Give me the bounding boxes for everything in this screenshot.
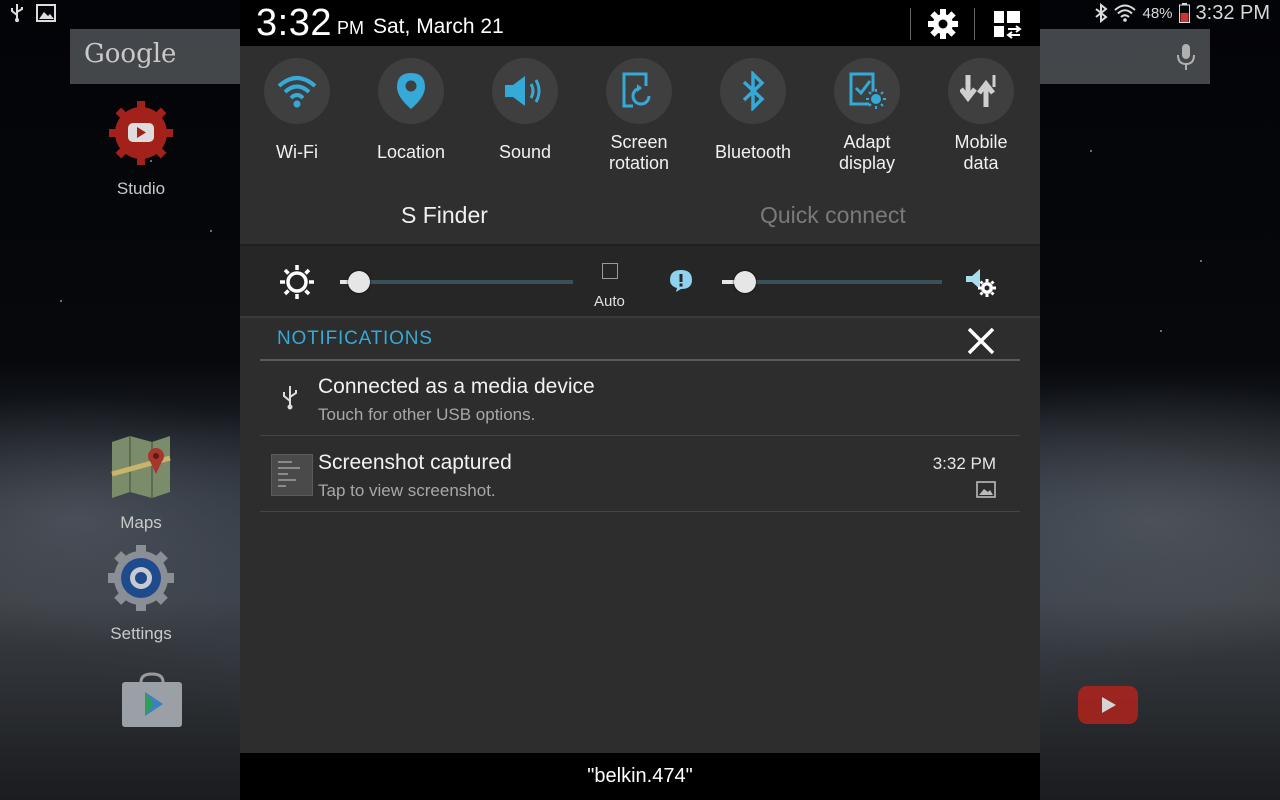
usb-icon (11, 4, 23, 22)
notifications-header: NOTIFICATIONS (277, 328, 433, 349)
notification-title: Connected as a media device (318, 375, 595, 398)
screenshot-thumbnail (271, 454, 313, 496)
youtube-studio-icon (109, 101, 173, 165)
app-studio[interactable]: Studio (91, 100, 191, 199)
shade-header: 3:32 PM Sat, March 21 (240, 0, 1040, 46)
app-label: Maps (120, 513, 162, 532)
youtube-icon[interactable] (1078, 686, 1138, 724)
notification-time: 3:32 PM (932, 454, 996, 473)
toggle-sound[interactable]: Sound (468, 58, 582, 163)
divider (910, 8, 911, 40)
toggle-label: Wi-Fi (276, 142, 318, 162)
divider (240, 316, 1040, 318)
toggle-label: Sound (498, 142, 552, 162)
divider (974, 8, 975, 40)
notification-title: Screenshot captured (318, 451, 512, 474)
mic-icon[interactable] (1176, 43, 1196, 71)
brightness-icon (280, 265, 314, 299)
quick-settings-grid-icon[interactable] (990, 7, 1024, 41)
wifi-icon (1114, 4, 1137, 22)
notification-subtitle: Touch for other USB options. (318, 405, 536, 424)
bluetooth-icon (742, 71, 765, 111)
battery-icon (1178, 3, 1190, 23)
finder-row: S Finder Quick connect (240, 186, 1040, 244)
sound-icon (505, 76, 541, 106)
toggle-mobile-data[interactable]: Mobile data (924, 58, 1038, 174)
shade-ampm: PM (337, 18, 364, 38)
image-icon (36, 4, 56, 22)
quick-connect-button[interactable]: Quick connect (760, 202, 906, 229)
auto-brightness-checkbox[interactable] (602, 263, 618, 279)
play-store-icon (122, 672, 182, 727)
image-icon (976, 481, 996, 498)
battery-percent: 48% (1142, 4, 1173, 22)
auto-brightness-label: Auto (594, 293, 625, 310)
brightness-slider-track[interactable] (340, 280, 573, 284)
volume-settings-icon[interactable] (965, 266, 999, 300)
notification-usb[interactable]: Connected as a media device Touch for ot… (260, 361, 1020, 436)
bluetooth-icon (1095, 3, 1109, 23)
location-icon (397, 73, 425, 109)
shade-date: Sat, March 21 (373, 15, 504, 38)
wifi-icon (277, 76, 317, 108)
rotation-icon (622, 72, 655, 108)
mobile-data-icon (960, 75, 996, 107)
notification-screenshot[interactable]: Screenshot captured Tap to view screensh… (260, 437, 1020, 512)
volume-slider-handle[interactable] (734, 271, 756, 293)
toggle-label: Adapt display (838, 132, 896, 173)
s-finder-button[interactable]: S Finder (401, 202, 488, 229)
toggle-screen-rotation[interactable]: Screen rotation (582, 58, 696, 174)
app-maps[interactable]: Maps (91, 434, 191, 533)
toggle-label: Location (376, 142, 446, 162)
usb-icon (283, 386, 297, 410)
settings-icon[interactable] (926, 7, 960, 41)
app-play-store[interactable] (121, 672, 221, 733)
toggle-bluetooth[interactable]: Bluetooth (696, 58, 810, 163)
toggle-adapt-display[interactable]: Adapt display (810, 58, 924, 174)
app-label: Studio (116, 179, 166, 198)
toggle-wifi[interactable]: Wi-Fi (240, 58, 354, 163)
notification-subtitle: Tap to view screenshot. (318, 481, 496, 500)
toggle-label: Mobile data (954, 132, 1008, 173)
google-logo: Google (84, 39, 177, 69)
toggle-label: Screen rotation (608, 132, 670, 173)
maps-icon (111, 436, 171, 498)
toggle-location[interactable]: Location (354, 58, 468, 163)
notification-volume-icon (670, 270, 692, 292)
clear-notifications-icon[interactable] (966, 326, 996, 356)
toggle-label: Bluetooth (714, 142, 792, 162)
app-label: Settings (110, 624, 172, 643)
adapt-display-icon (849, 72, 886, 109)
connected-network: "belkin.474" (240, 753, 1040, 800)
app-settings[interactable]: Settings (91, 545, 191, 644)
status-time: 3:32 PM (1195, 1, 1270, 24)
quick-toggles: Wi-Fi Location Sound Screen rotation Blu… (240, 46, 1040, 186)
settings-gear-icon (108, 545, 174, 611)
notification-shade: 3:32 PM Sat, March 21 Wi-Fi Location Sou… (240, 0, 1040, 800)
slider-row: Auto (240, 246, 1040, 316)
brightness-slider-handle[interactable] (347, 271, 370, 293)
shade-clock: 3:32 (256, 2, 332, 44)
